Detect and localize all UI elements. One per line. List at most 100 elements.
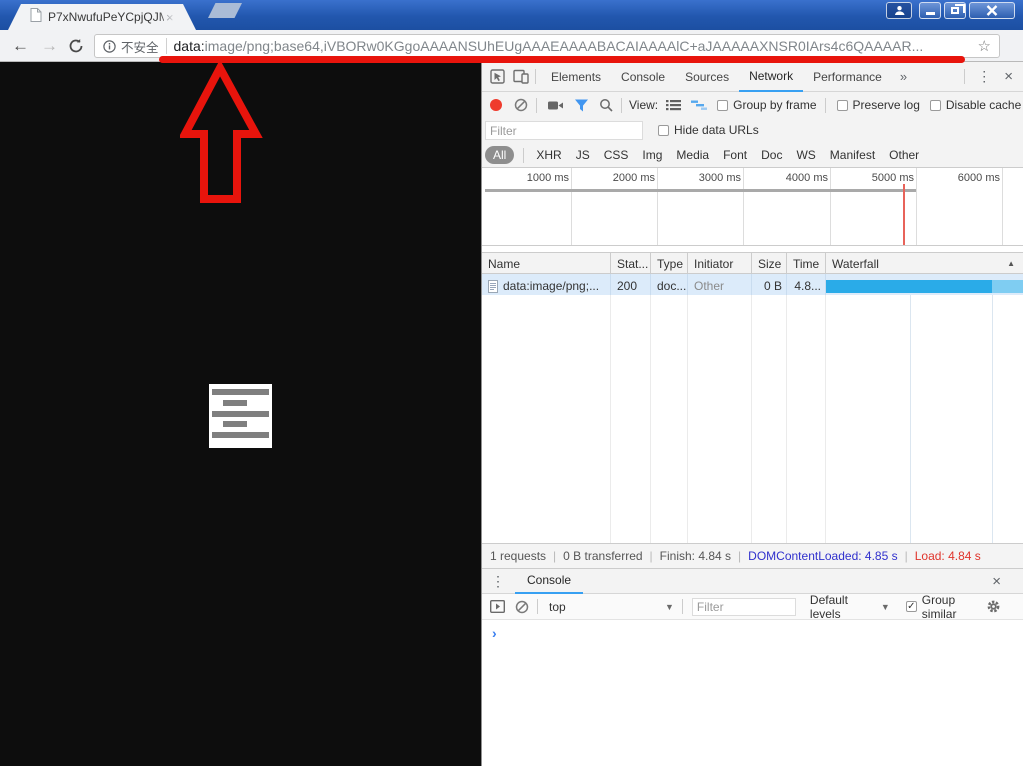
console-settings-gear-icon[interactable] — [986, 599, 1001, 614]
reload-button[interactable] — [68, 38, 84, 54]
type-filter-ws[interactable]: WS — [789, 148, 822, 162]
column-header-type[interactable]: Type — [651, 253, 688, 273]
tab-performance[interactable]: Performance — [803, 62, 892, 92]
browser-tab[interactable]: P7xNwufuPeYCpjQJMR × — [8, 4, 196, 30]
column-header-size[interactable]: Size — [752, 253, 787, 273]
page-info-icon[interactable] — [103, 40, 116, 53]
forward-button[interactable]: → — [35, 37, 64, 54]
sort-ascending-icon: ▲ — [1007, 259, 1015, 268]
view-overview-icon[interactable] — [691, 99, 707, 111]
url-scheme: data: — [174, 38, 205, 54]
minimize-icon — [926, 12, 935, 15]
device-toolbar-icon[interactable] — [513, 69, 529, 84]
network-filter-input[interactable] — [485, 121, 643, 140]
type-filter-font[interactable]: Font — [716, 148, 754, 162]
type-filter-css[interactable]: CSS — [597, 148, 636, 162]
bookmark-star-icon[interactable]: ☆ — [978, 37, 991, 55]
drawer-tab-console[interactable]: Console — [515, 568, 583, 594]
column-header-status[interactable]: Stat... — [611, 253, 651, 273]
column-header-initiator[interactable]: Initiator — [688, 253, 752, 273]
summary-domcontentloaded: DOMContentLoaded: 4.85 s — [748, 549, 897, 563]
type-filter-doc[interactable]: Doc — [754, 148, 789, 162]
window-close-button[interactable] — [969, 2, 1015, 19]
search-icon[interactable] — [599, 98, 613, 112]
clear-icon[interactable] — [514, 98, 528, 112]
omnibox-separator — [166, 38, 167, 54]
inspect-element-icon[interactable] — [490, 69, 505, 84]
type-filter-js[interactable]: JS — [569, 148, 597, 162]
view-list-icon[interactable] — [666, 99, 681, 111]
hide-data-urls-checkbox[interactable] — [658, 125, 669, 136]
type-filter-xhr[interactable]: XHR — [529, 148, 568, 162]
summary-load: Load: 4.84 s — [915, 549, 981, 563]
tab-elements[interactable]: Elements — [541, 62, 611, 92]
image-line — [212, 432, 269, 438]
column-divider — [610, 295, 611, 543]
summary-separator: | — [650, 549, 653, 563]
drawer-close-icon[interactable]: × — [986, 573, 1023, 590]
tab-sources[interactable]: Sources — [675, 62, 739, 92]
request-name-cell[interactable]: data:image/png;... — [482, 274, 611, 295]
console-sidebar-icon[interactable] — [490, 600, 505, 613]
back-button[interactable]: ← — [6, 37, 35, 54]
request-size-cell: 0 B — [752, 274, 787, 295]
restore-button[interactable] — [944, 2, 966, 19]
network-summary-bar: 1 requests | 0 B transferred | Finish: 4… — [482, 543, 1023, 568]
record-icon[interactable] — [490, 99, 502, 111]
drawer-menu-icon[interactable]: ⋮ — [482, 573, 515, 590]
filter-funnel-icon[interactable] — [574, 99, 589, 112]
timeline-gridline — [657, 168, 658, 245]
log-levels-select[interactable]: Default levels ▼ — [810, 593, 890, 621]
devtools-close-icon[interactable]: × — [998, 68, 1023, 85]
page-favicon-icon — [30, 8, 42, 27]
screenshot-camera-icon[interactable] — [548, 99, 564, 112]
request-type-cell: doc... — [651, 274, 688, 295]
request-initiator-cell: Other — [694, 279, 724, 293]
console-filter-input[interactable] — [692, 598, 796, 616]
annotation-arrow-up — [180, 62, 266, 205]
network-overview-timeline[interactable]: 1000 ms 2000 ms 3000 ms 4000 ms 5000 ms … — [482, 168, 1023, 246]
disable-cache-checkbox[interactable] — [930, 100, 941, 111]
more-tabs-icon[interactable]: » — [892, 69, 915, 84]
column-header-name[interactable]: Name — [482, 253, 611, 273]
network-filter-row: Hide data URLs — [482, 118, 1023, 143]
timeline-gridline — [916, 168, 917, 245]
tab-network[interactable]: Network — [739, 62, 803, 92]
console-output-area[interactable]: › — [482, 620, 1023, 766]
type-filter-media[interactable]: Media — [669, 148, 716, 162]
requests-table-body — [482, 295, 1023, 543]
tab-console[interactable]: Console — [611, 62, 675, 92]
overview-load-marker — [903, 184, 905, 245]
column-header-time[interactable]: Time — [787, 253, 826, 273]
execution-context-select[interactable]: top ▼ — [549, 600, 674, 614]
toolbar-divider — [536, 98, 537, 113]
toolbar-divider — [535, 69, 536, 84]
timeline-tick: 6000 ms — [914, 172, 1000, 184]
summary-separator: | — [905, 549, 908, 563]
new-tab-button[interactable] — [208, 3, 242, 18]
type-filter-manifest[interactable]: Manifest — [823, 148, 882, 162]
hide-data-urls-group: Hide data URLs — [658, 123, 759, 137]
console-clear-icon[interactable] — [515, 600, 529, 614]
toolbar-divider — [621, 98, 622, 113]
tab-close-icon[interactable]: × — [166, 11, 174, 24]
profile-button[interactable] — [886, 2, 912, 19]
preserve-log-checkbox[interactable] — [837, 100, 848, 111]
group-similar-checkbox[interactable]: ✓ — [906, 601, 917, 612]
devtools-tabbar: Elements Console Sources Network Perform… — [482, 62, 1023, 92]
column-header-waterfall[interactable]: Waterfall ▲ — [826, 253, 1023, 273]
table-row[interactable]: data:image/png;... 200 doc... Other 0 B … — [482, 274, 1023, 295]
request-name: data:image/png;... — [503, 279, 599, 293]
omnibox[interactable]: 不安全 data:image/png;base64,iVBORw0KGgoAAA… — [94, 34, 1000, 58]
group-by-frame-checkbox[interactable] — [717, 100, 728, 111]
type-filter-img[interactable]: Img — [635, 148, 669, 162]
type-filter-other[interactable]: Other — [882, 148, 926, 162]
rendered-png-image — [209, 384, 272, 448]
toolbar-divider — [964, 69, 965, 84]
minimize-button[interactable] — [919, 2, 941, 19]
devtools-menu-icon[interactable]: ⋮ — [970, 68, 998, 85]
summary-separator: | — [553, 549, 556, 563]
type-filter-all[interactable]: All — [485, 146, 514, 164]
url-text[interactable]: data:image/png;base64,iVBORw0KGgoAAAANSU… — [174, 38, 970, 54]
console-prompt-chevron: › — [492, 625, 497, 641]
